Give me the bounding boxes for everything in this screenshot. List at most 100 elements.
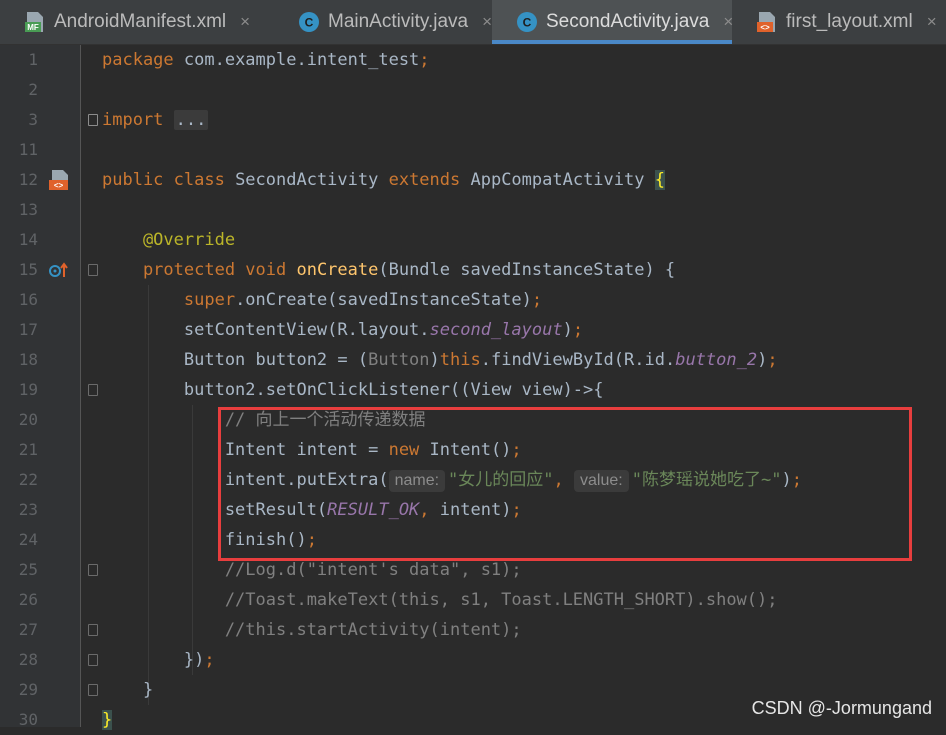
fold-marker-icon[interactable] (88, 264, 98, 276)
code-text: button2.setOnClickListener((View view)->… (102, 375, 604, 405)
code-text: // 向上一个活动传递数据 (102, 405, 426, 435)
line-number: 25 (18, 560, 38, 579)
line-number: 1 (28, 50, 38, 69)
code-token: //this.startActivity(intent); (102, 620, 522, 640)
close-icon[interactable]: × (240, 12, 250, 32)
layout-file-icon: <> (756, 11, 778, 33)
code-token: intent.putExtra( (102, 470, 389, 490)
code-token: finish() (102, 530, 307, 550)
code-line[interactable]: 19 button2.setOnClickListener((View view… (0, 375, 946, 405)
code-line[interactable]: 2 (0, 75, 946, 105)
line-number: 20 (18, 410, 38, 429)
override-method-icon[interactable] (48, 261, 70, 279)
code-line[interactable]: 14 @Override (0, 225, 946, 255)
code-token: }) (102, 650, 205, 670)
code-token: com.example.intent_test (183, 50, 420, 70)
line-number: 14 (18, 230, 38, 249)
code-line[interactable]: 16 super.onCreate(savedInstanceState); (0, 285, 946, 315)
code-line[interactable]: 24 finish(); (0, 525, 946, 555)
line-number: 29 (18, 680, 38, 699)
code-token: ; (767, 350, 778, 370)
code-token: ... (173, 110, 209, 130)
code-token: { (654, 170, 665, 190)
code-text: //this.startActivity(intent); (102, 615, 522, 645)
tab-label: MainActivity.java (328, 11, 469, 32)
code-line[interactable]: 28 }); (0, 645, 946, 675)
line-number: 13 (18, 200, 38, 219)
code-text: } (102, 675, 153, 705)
line-number: 22 (18, 470, 38, 489)
code-text: } (102, 705, 113, 735)
code-token: ; (791, 470, 802, 490)
code-token: this (439, 350, 481, 370)
code-token: } (102, 680, 154, 700)
code-token: onCreate (296, 260, 379, 280)
code-line[interactable]: 23 setResult(RESULT_OK, intent); (0, 495, 946, 525)
code-line[interactable]: 3 import ... (0, 105, 946, 135)
line-number: 23 (18, 500, 38, 519)
line-number: 11 (18, 140, 38, 159)
code-line[interactable]: 25 //Log.d("intent's data", s1); (0, 555, 946, 585)
code-token: protected void (102, 260, 297, 280)
tab-label: SecondActivity.java (546, 11, 710, 32)
code-token: ; (511, 500, 522, 520)
code-token: AppCompatActivity (470, 170, 655, 190)
code-line[interactable]: 21 Intent intent = new Intent(); (0, 435, 946, 465)
java-class-icon: C (516, 11, 538, 33)
close-icon[interactable]: × (927, 12, 937, 32)
code-token: ; (572, 320, 584, 340)
code-token: button2.setOnClickListener((View view)->… (102, 380, 604, 400)
code-token: @Override (102, 230, 236, 250)
fold-marker-icon[interactable] (88, 114, 98, 126)
code-text: intent.putExtra(name: "女儿的回应", value: "陈梦瑶… (102, 465, 802, 495)
line-number: 27 (18, 620, 38, 639)
code-line[interactable]: 15 protected void onCreate(Bundle savedI… (0, 255, 946, 285)
code-token: import (102, 110, 174, 130)
line-number: 16 (18, 290, 38, 309)
code-text: import ... (102, 105, 209, 135)
svg-text:C: C (523, 16, 532, 30)
code-line[interactable]: 18 Button button2 = (Button)this.findVie… (0, 345, 946, 375)
code-line[interactable]: 11 (0, 135, 946, 165)
code-line[interactable]: 22 intent.putExtra(name: "女儿的回应", value: "… (0, 465, 946, 495)
code-line[interactable]: 17 setContentView(R.layout.second_layout… (0, 315, 946, 345)
code-token: new (388, 440, 430, 460)
code-token: setResult( (102, 500, 328, 520)
line-number: 3 (28, 110, 38, 129)
code-token: SecondActivity (235, 170, 389, 190)
tab-secondactivity-java[interactable]: C SecondActivity.java × (492, 0, 733, 44)
tab-mainactivity-java[interactable]: C MainActivity.java × (274, 0, 492, 44)
fold-marker-icon[interactable] (88, 684, 98, 696)
fold-marker-icon[interactable] (88, 384, 98, 396)
line-number: 15 (18, 260, 38, 279)
code-token: //Log.d("intent's data", s1); (102, 560, 522, 580)
code-token: (Bundle savedInstanceState) { (378, 260, 676, 280)
fold-marker-icon[interactable] (88, 624, 98, 636)
code-token: Intent() (429, 440, 512, 460)
code-line[interactable]: 26 //Toast.makeText(this, s1, Toast.LENG… (0, 585, 946, 615)
code-token: ; (511, 440, 522, 460)
code-line[interactable]: 1 package com.example.intent_test; (0, 45, 946, 75)
code-line[interactable]: 27 //this.startActivity(intent); (0, 615, 946, 645)
code-line[interactable]: 13 (0, 195, 946, 225)
code-line[interactable]: 12 public class SecondActivity extends Ap… (0, 165, 946, 195)
code-line[interactable]: 20 // 向上一个活动传递数据 (0, 405, 946, 435)
code-token: extends (388, 170, 471, 190)
code-text: public class SecondActivity extends AppC… (102, 165, 665, 195)
line-number: 24 (18, 530, 38, 549)
code-token: ; (204, 650, 215, 670)
close-icon[interactable]: × (482, 12, 492, 32)
tab-androidmanifest-xml[interactable]: MF AndroidManifest.xml × (0, 0, 274, 44)
layout-link-icon[interactable]: <> (48, 169, 72, 191)
code-token: intent) (439, 500, 512, 520)
code-token: .onCreate(savedInstanceState) (235, 290, 532, 310)
code-token: // 向上一个活动传递数据 (102, 410, 426, 430)
fold-marker-icon[interactable] (88, 654, 98, 666)
code-text: setResult(RESULT_OK, intent); (102, 495, 522, 525)
tab-first-layout-xml[interactable]: <> first_layout.xml × (732, 0, 944, 44)
line-number: 18 (18, 350, 38, 369)
code-editor[interactable]: 1 package com.example.intent_test; 2 3 impor… (0, 45, 946, 730)
code-token: Button button2 = ( (102, 350, 369, 370)
code-text: Intent intent = new Intent(); (102, 435, 522, 465)
fold-marker-icon[interactable] (88, 564, 98, 576)
